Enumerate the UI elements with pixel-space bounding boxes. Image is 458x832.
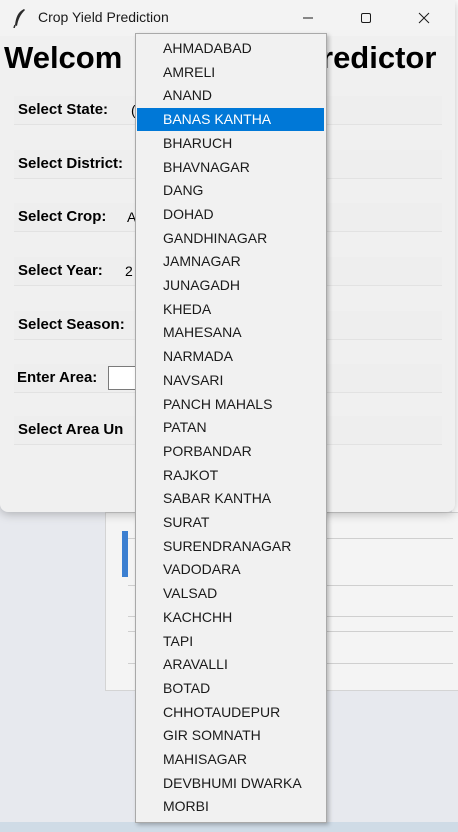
dropdown-option[interactable]: DANG xyxy=(136,179,326,202)
area-label: Enter Area: xyxy=(17,369,98,386)
dropdown-option[interactable]: NARMADA xyxy=(136,345,326,368)
state-label: Select State: xyxy=(18,101,109,118)
dropdown-option[interactable]: VADODARA xyxy=(136,558,326,581)
dropdown-option[interactable]: JAMNAGAR xyxy=(136,250,326,273)
feather-icon xyxy=(13,9,25,28)
dropdown-option[interactable]: BHAVNAGAR xyxy=(136,156,326,179)
crop-label: Select Crop: xyxy=(18,208,107,225)
dropdown-option[interactable]: ARAVALLI xyxy=(136,653,326,676)
dropdown-option[interactable]: TAPI xyxy=(136,630,326,653)
district-dropdown-list[interactable]: AHMADABAD AMRELI ANAND BANAS KANTHA BHARUCH B… xyxy=(135,33,327,823)
dropdown-option[interactable]: MAHESANA xyxy=(136,321,326,344)
year-label: Select Year: xyxy=(18,262,103,279)
dropdown-option[interactable]: RAJKOT xyxy=(136,464,326,487)
maximize-icon xyxy=(361,13,371,23)
minimize-icon xyxy=(303,17,313,19)
dropdown-option[interactable]: GANDHINAGAR xyxy=(136,227,326,250)
title-bar[interactable]: Crop Yield Prediction xyxy=(0,0,455,36)
dropdown-option[interactable]: KACHCHH xyxy=(136,606,326,629)
minimize-button[interactable] xyxy=(285,0,331,36)
dropdown-option[interactable]: SURENDRANAGAR xyxy=(136,535,326,558)
taskbar-strip xyxy=(0,822,458,832)
district-label: Select District: xyxy=(18,155,124,172)
page-title: Welcom xyxy=(4,40,123,75)
dropdown-option[interactable]: SABAR KANTHA xyxy=(136,487,326,510)
close-button[interactable] xyxy=(401,0,447,36)
area-unit-label: Select Area Un xyxy=(18,421,124,438)
dropdown-option[interactable]: BOTAD xyxy=(136,677,326,700)
dropdown-option[interactable]: AMRELI xyxy=(136,61,326,84)
dropdown-option[interactable]: MAHISAGAR xyxy=(136,748,326,771)
season-label: Select Season: xyxy=(18,316,125,333)
close-icon xyxy=(418,12,430,24)
dropdown-option[interactable]: GIR SOMNATH xyxy=(136,724,326,747)
dropdown-option[interactable]: KHEDA xyxy=(136,298,326,321)
dropdown-option[interactable]: DEVBHUMI DWARKA xyxy=(136,772,326,795)
year-select[interactable]: 2 xyxy=(125,263,133,279)
dropdown-option[interactable]: VALSAD xyxy=(136,582,326,605)
dropdown-option[interactable]: PANCH MAHALS xyxy=(136,393,326,416)
dropdown-option[interactable]: BHARUCH xyxy=(136,132,326,155)
window-title: Crop Yield Prediction xyxy=(38,9,169,25)
dropdown-option[interactable]: PATAN xyxy=(136,416,326,439)
dropdown-option[interactable]: SURAT xyxy=(136,511,326,534)
dropdown-option[interactable]: MORBI xyxy=(136,795,326,818)
dropdown-option[interactable]: CHHOTAUDEPUR xyxy=(136,701,326,724)
maximize-button[interactable] xyxy=(343,0,389,36)
dropdown-option[interactable]: BANAS KANTHA xyxy=(137,108,324,132)
dropdown-option[interactable]: JUNAGADH xyxy=(136,274,326,297)
dropdown-option[interactable]: DOHAD xyxy=(136,203,326,226)
dropdown-option[interactable]: AHMADABAD xyxy=(136,37,326,60)
dropdown-option[interactable]: NAVSARI xyxy=(136,369,326,392)
dropdown-option[interactable]: ANAND xyxy=(136,84,326,107)
dropdown-option[interactable]: PORBANDAR xyxy=(136,440,326,463)
page-title-tail: redictor xyxy=(321,40,437,75)
